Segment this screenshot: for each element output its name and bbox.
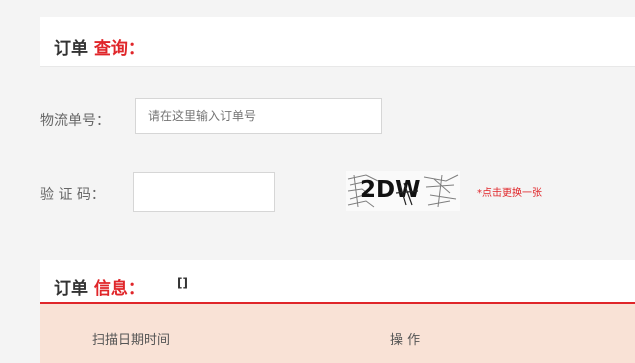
order-info-brackets: [] xyxy=(177,276,188,290)
order-info-title-accent: 信息： xyxy=(93,279,145,299)
order-query-title-accent: 查询： xyxy=(93,39,145,59)
column-header-scan-time: 扫描日期时间 xyxy=(92,333,171,348)
captcha-refresh-link[interactable]: *点击更换一张 xyxy=(477,184,542,199)
captcha-label: 验 证 码： xyxy=(40,187,105,203)
column-header-action: 操 作 xyxy=(390,333,421,348)
tracking-number-input[interactable] xyxy=(135,98,382,134)
captcha-char: 2DW xyxy=(360,177,420,203)
order-query-header: 订单 查询： xyxy=(40,17,635,67)
order-table-header: 扫描日期时间 操 作 xyxy=(40,304,635,363)
order-info-header: 订单 信息： [] xyxy=(40,260,635,304)
order-info-title-prefix: 订单 xyxy=(54,279,88,299)
tracking-number-label: 物流单号： xyxy=(40,113,110,129)
order-info-title: 订单 信息： xyxy=(54,274,145,299)
order-query-title-prefix: 订单 xyxy=(54,39,88,59)
captcha-image[interactable]: 2DW xyxy=(346,171,460,211)
captcha-input[interactable] xyxy=(133,172,275,212)
order-query-title: 订单 查询： xyxy=(54,34,145,59)
